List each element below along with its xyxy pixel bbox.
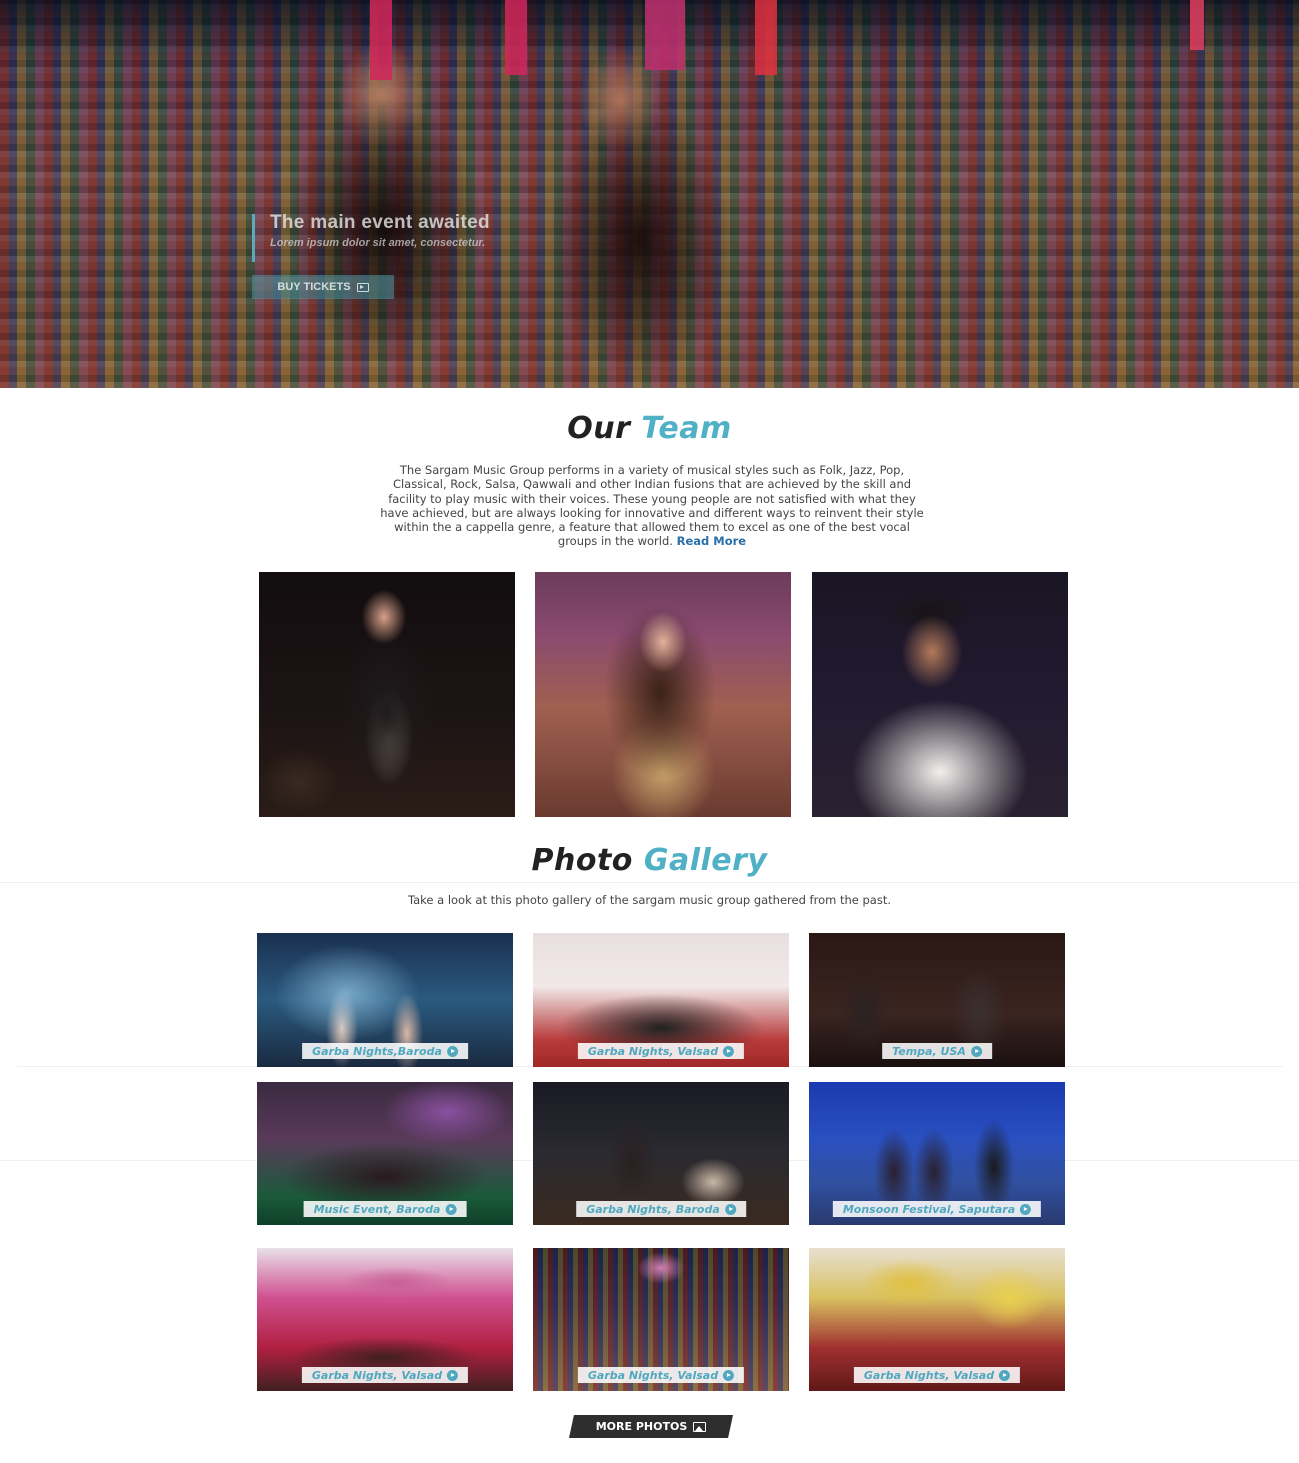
more-photos-button[interactable]: MORE PHOTOS [569,1415,733,1438]
more-photos-label: MORE PHOTOS [595,1420,688,1433]
gallery-item-label: Garba Nights,Baroda [312,1044,442,1058]
arrow-right-circle-icon [445,1203,457,1215]
gallery-heading-accent: Gallery [643,843,768,878]
gallery-item-label: Tempa, USA [892,1044,966,1058]
team-description: The Sargam Music Group performs in a var… [374,463,930,549]
hero-accent-bar [252,214,255,262]
buy-tickets-label: BUY TICKETS [277,281,351,293]
arrow-right-circle-icon [446,1045,458,1057]
gallery-item-label: Garba Nights, Valsad [311,1368,443,1382]
gallery-item[interactable]: Monsoon Festival, Saputara [809,1082,1065,1225]
gallery-item-caption[interactable]: Garba Nights, Valsad [577,1367,745,1383]
gallery-item-caption[interactable]: Tempa, USA [882,1043,992,1059]
gallery-item[interactable]: Garba Nights, Baroda [533,1082,789,1225]
gallery-item-caption[interactable]: Garba Nights, Valsad [301,1367,469,1383]
gallery-item-caption[interactable]: Garba Nights, Valsad [853,1367,1021,1383]
gallery-item-label: Garba Nights, Valsad [863,1368,995,1382]
gallery-item[interactable]: Garba Nights, Valsad [533,933,789,1067]
image-icon [693,1421,707,1432]
arrow-right-circle-icon [1020,1203,1032,1215]
gallery-item-label: Garba Nights, Valsad [587,1368,719,1382]
gallery-item-caption[interactable]: Garba Nights, Baroda [576,1201,746,1217]
arrow-right-circle-icon [723,1045,735,1057]
gallery-item[interactable]: Garba Nights, Valsad [809,1248,1065,1391]
arrow-right-circle-icon [447,1369,459,1381]
gallery-heading-dark: Photo [531,843,633,878]
gallery-item[interactable]: Garba Nights, Valsad [533,1248,789,1391]
gallery-item-caption[interactable]: Garba Nights,Baroda [302,1043,468,1059]
gallery-item[interactable]: Garba Nights,Baroda [257,933,513,1067]
hero-flag [370,0,392,80]
gallery-item-label: Garba Nights, Baroda [586,1202,720,1216]
hero-flag [645,0,685,70]
team-heading-accent: Team [641,411,732,446]
gallery-item-label: Music Event, Baroda [313,1202,441,1216]
arrow-right-circle-icon [723,1369,735,1381]
team-heading-dark: Our [567,411,631,446]
hero-subtitle: Lorem ipsum dolor sit amet, consectetur. [270,237,486,249]
hero-flag [505,0,527,75]
arrow-right-circle-icon [724,1203,736,1215]
hero-flag [755,0,777,75]
team-description-text: The Sargam Music Group performs in a var… [380,463,924,549]
gallery-item-label: Garba Nights, Valsad [587,1044,719,1058]
gallery-item-caption[interactable]: Garba Nights, Valsad [577,1043,745,1059]
arrow-right-circle-icon [999,1369,1011,1381]
buy-tickets-button[interactable]: BUY TICKETS [252,275,394,299]
hero-title: The main event awaited [270,212,490,233]
gallery-item[interactable]: Tempa, USA [809,933,1065,1067]
team-heading: Our Team [0,411,1299,446]
team-member-photo [259,572,515,817]
gallery-item[interactable]: Garba Nights, Valsad [257,1248,513,1391]
read-more-link[interactable]: Read More [677,534,746,548]
gallery-item-label: Monsoon Festival, Saputara [842,1202,1016,1216]
gallery-item[interactable]: Music Event, Baroda [257,1082,513,1225]
team-member-photo [535,572,791,817]
gallery-subtitle: Take a look at this photo gallery of the… [407,893,892,907]
hero-flag [1190,0,1204,50]
hero-caption: The main event awaited Lorem ipsum dolor… [252,212,490,262]
team-member-photo [812,572,1068,817]
ticket-icon [356,282,369,292]
gallery-item-caption[interactable]: Music Event, Baroda [303,1201,467,1217]
arrow-right-circle-icon [970,1045,982,1057]
gallery-item-caption[interactable]: Monsoon Festival, Saputara [832,1201,1042,1217]
hero-banner: The main event awaited Lorem ipsum dolor… [0,0,1299,388]
gallery-heading: Photo Gallery [0,843,1299,878]
divider [0,882,1299,883]
